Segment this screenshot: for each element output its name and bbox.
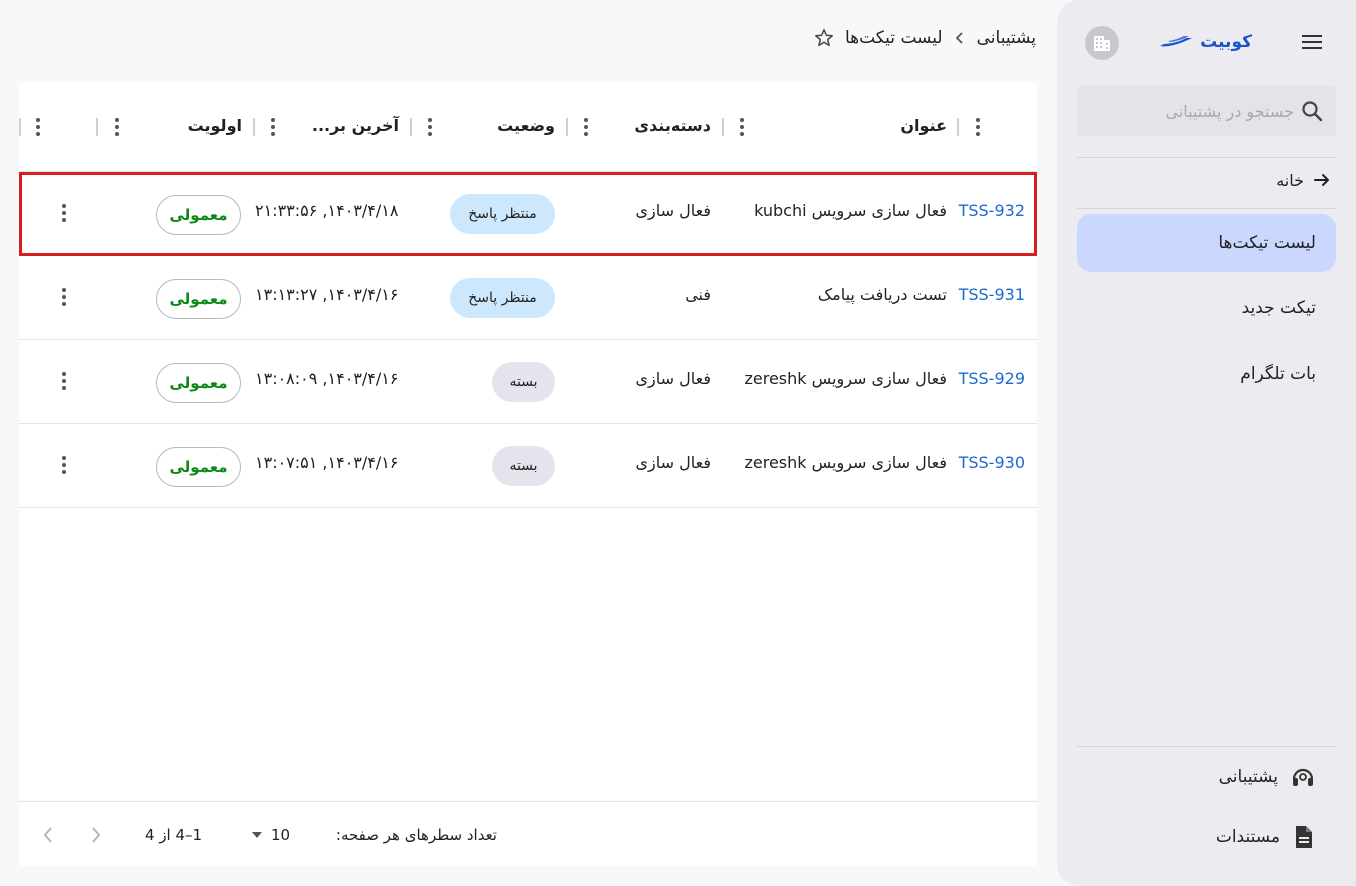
column-menu-icon[interactable] <box>114 118 120 136</box>
table-row[interactable]: TSS-929 فعال سازی سرویس zereshk فعال ساز… <box>19 340 1037 424</box>
sidebar-item-ticket-list[interactable]: لیست تیکت‌ها <box>1077 214 1336 272</box>
sidebar: کوبیت خانه <box>1057 0 1356 886</box>
ticket-id-link[interactable]: TSS-931 <box>959 285 1025 304</box>
rows-per-page-label: تعداد سطرهای هر صفحه: <box>335 826 497 844</box>
headset-icon <box>1292 768 1314 786</box>
status-badge: منتظر پاسخ <box>450 278 555 318</box>
column-separator[interactable] <box>566 118 568 136</box>
column-separator[interactable] <box>253 118 255 136</box>
menu-icon[interactable] <box>1300 30 1324 54</box>
table-row[interactable]: TSS-932 فعال سازی سرویس kubchi فعال سازی… <box>19 172 1037 256</box>
sidebar-header: کوبیت <box>1057 22 1356 62</box>
ticket-category: فعال سازی <box>635 453 711 472</box>
breadcrumb-parent[interactable]: پشتیبانی <box>977 28 1036 48</box>
column-menu-icon[interactable] <box>35 118 41 136</box>
ticket-last-update: ۱۴۰۳/۴/۱۸, ۲۱:۳۳:۵۶ <box>255 201 399 220</box>
search-input[interactable] <box>1094 98 1294 124</box>
chevron-left-icon[interactable] <box>35 822 61 848</box>
column-header-category[interactable]: دسته‌بندی <box>634 116 711 135</box>
sidebar-item-new-ticket[interactable]: تیکت جدید <box>1077 279 1336 337</box>
brand-logo-icon <box>1160 36 1193 47</box>
star-icon[interactable] <box>813 27 835 49</box>
breadcrumb-current: لیست تیکت‌ها <box>844 28 943 48</box>
status-badge: بسته <box>492 362 555 402</box>
ticket-id-link[interactable]: TSS-929 <box>959 369 1025 388</box>
status-badge: منتظر پاسخ <box>450 194 555 234</box>
column-header-last-update[interactable]: آخرین بر... <box>312 116 399 135</box>
brand-name: کوبیت <box>1200 32 1252 52</box>
search-box[interactable] <box>1077 86 1336 136</box>
breadcrumb: پشتیبانی لیست تیکت‌ها <box>813 27 1036 49</box>
pagination-range: 1–4 از 4 <box>145 826 203 844</box>
sidebar-divider <box>1077 208 1336 209</box>
ticket-category: فعال سازی <box>635 201 711 220</box>
organization-icon[interactable] <box>1085 26 1119 60</box>
column-menu-icon[interactable] <box>583 118 589 136</box>
ticket-id-link[interactable]: TSS-932 <box>959 201 1025 220</box>
priority-badge: معمولی <box>156 279 241 319</box>
ticket-title: فعال سازی سرویس kubchi <box>754 201 947 220</box>
table-row[interactable]: TSS-931 تست دریافت پیامک فنی منتظر پاسخ … <box>19 256 1037 340</box>
priority-badge: معمولی <box>156 363 241 403</box>
sidebar-item-home[interactable]: خانه <box>1276 170 1332 190</box>
ticket-title: فعال سازی سرویس zereshk <box>744 369 947 388</box>
row-actions-icon[interactable] <box>61 288 67 306</box>
sidebar-item-docs[interactable]: مستندات <box>1216 824 1316 850</box>
sidebar-item-label: بات تلگرام <box>1240 364 1316 384</box>
sidebar-divider <box>1077 157 1336 158</box>
sidebar-item-support[interactable]: پشتیبانی <box>1219 764 1316 790</box>
priority-badge: معمولی <box>156 195 241 235</box>
sidebar-item-telegram-bot[interactable]: بات تلگرام <box>1077 345 1336 403</box>
sidebar-item-label: مستندات <box>1215 827 1280 847</box>
chevron-right-icon[interactable] <box>83 822 109 848</box>
rows-per-page-select[interactable]: 10 <box>251 822 301 848</box>
row-actions-icon[interactable] <box>61 204 67 222</box>
table-row[interactable]: TSS-930 فعال سازی سرویس zereshk فعال ساز… <box>19 424 1037 508</box>
table-pagination: تعداد سطرهای هر صفحه: 10 1–4 از 4 <box>19 801 1037 866</box>
row-actions-icon[interactable] <box>61 372 67 390</box>
ticket-category: فعال سازی <box>635 369 711 388</box>
caret-down-icon <box>252 832 262 838</box>
row-actions-icon[interactable] <box>61 456 67 474</box>
arrow-right-icon <box>1314 174 1329 186</box>
column-header-priority[interactable]: اولویت <box>188 116 242 135</box>
column-menu-icon[interactable] <box>270 118 276 136</box>
ticket-last-update: ۱۴۰۳/۴/۱۶, ۱۳:۰۸:۰۹ <box>255 369 399 388</box>
building-icon <box>1094 36 1110 51</box>
column-menu-icon[interactable] <box>975 118 981 136</box>
ticket-title: تست دریافت پیامک <box>817 285 947 304</box>
ticket-id-link[interactable]: TSS-930 <box>959 453 1025 472</box>
column-separator[interactable] <box>96 118 98 136</box>
rows-per-page-value: 10 <box>271 826 291 844</box>
ticket-last-update: ۱۴۰۳/۴/۱۶, ۱۳:۰۷:۵۱ <box>255 453 399 472</box>
column-menu-icon[interactable] <box>427 118 433 136</box>
column-separator[interactable] <box>19 118 21 136</box>
column-separator[interactable] <box>410 118 412 136</box>
column-menu-icon[interactable] <box>739 118 745 136</box>
sidebar-divider <box>1077 746 1336 747</box>
column-separator[interactable] <box>722 118 724 136</box>
column-separator[interactable] <box>957 118 959 136</box>
sidebar-item-label: تیکت جدید <box>1241 298 1316 318</box>
status-badge: بسته <box>492 446 555 486</box>
table-header: عنوان دسته‌بندی وضعیت آخرین بر... اولویت <box>19 82 1037 172</box>
ticket-category: فنی <box>685 285 711 304</box>
brand-logo[interactable]: کوبیت <box>1158 30 1252 54</box>
ticket-title: فعال سازی سرویس zereshk <box>744 453 947 472</box>
chevron-left-icon <box>955 32 963 44</box>
column-header-title[interactable]: عنوان <box>900 116 947 135</box>
ticket-last-update: ۱۴۰۳/۴/۱۶, ۱۳:۱۳:۲۷ <box>255 285 399 304</box>
priority-badge: معمولی <box>156 447 241 487</box>
sidebar-item-label: لیست تیکت‌ها <box>1218 233 1316 253</box>
sidebar-item-label: پشتیبانی <box>1218 767 1278 787</box>
search-icon <box>1302 101 1323 122</box>
sidebar-item-label: خانه <box>1276 170 1304 190</box>
document-icon <box>1296 826 1312 848</box>
column-header-status[interactable]: وضعیت <box>497 116 555 135</box>
ticket-table: عنوان دسته‌بندی وضعیت آخرین بر... اولویت… <box>19 82 1037 866</box>
